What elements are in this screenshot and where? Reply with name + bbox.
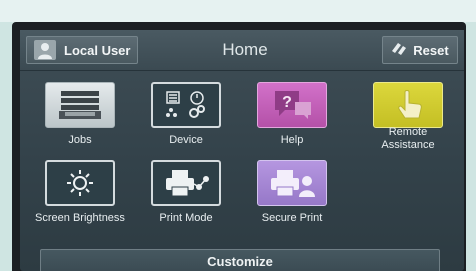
app-device-label: Device xyxy=(169,134,203,146)
reset-label: Reset xyxy=(413,42,449,58)
app-screen-brightness[interactable]: Screen Brightness xyxy=(34,160,126,225)
jobs-stack-icon xyxy=(45,82,115,128)
app-remote-assistance[interactable]: Remote Assistance xyxy=(362,82,454,152)
remote-assistance-line1: Remote xyxy=(388,126,428,138)
local-user-button[interactable]: Local User xyxy=(26,36,138,64)
brightness-icon xyxy=(45,160,115,206)
app-device[interactable]: Device xyxy=(140,82,232,147)
device-bezel-top xyxy=(0,0,476,22)
device-icon xyxy=(151,82,221,128)
app-help[interactable]: ? Help xyxy=(246,82,338,147)
header-bar: Local User Home Reset xyxy=(20,30,464,71)
device-bezel-right xyxy=(466,22,476,271)
svg-text:?: ? xyxy=(282,94,292,111)
app-remote-assistance-label: Remote Assistance xyxy=(381,126,434,152)
app-secure-print-label: Secure Print xyxy=(261,212,323,224)
device-bezel-left xyxy=(0,22,12,271)
local-user-label: Local User xyxy=(64,42,131,58)
page-title: Home xyxy=(222,40,268,59)
app-print-mode-label: Print Mode xyxy=(159,212,213,224)
home-panel: Local User Home Reset Jobs Device ? Help… xyxy=(20,30,464,271)
secure-print-icon xyxy=(257,160,327,206)
customize-label: Customize xyxy=(207,254,273,269)
customize-button[interactable]: Customize xyxy=(40,249,440,271)
app-jobs-label: Jobs xyxy=(68,134,92,146)
app-help-label: Help xyxy=(280,134,304,146)
app-jobs[interactable]: Jobs xyxy=(34,82,126,147)
eraser-icon xyxy=(391,41,407,60)
touch-screen: Local User Home Reset Jobs Device ? Help… xyxy=(12,22,466,271)
user-avatar-icon xyxy=(34,40,56,60)
print-mode-icon xyxy=(151,160,221,206)
app-secure-print[interactable]: Secure Print xyxy=(246,160,338,225)
hand-pointer-icon xyxy=(373,82,443,128)
app-print-mode[interactable]: Print Mode xyxy=(140,160,232,225)
help-question-icon: ? xyxy=(257,82,327,128)
reset-button[interactable]: Reset xyxy=(382,36,458,64)
remote-assistance-line2: Assistance xyxy=(381,139,435,151)
app-screen-brightness-label: Screen Brightness xyxy=(35,212,125,224)
